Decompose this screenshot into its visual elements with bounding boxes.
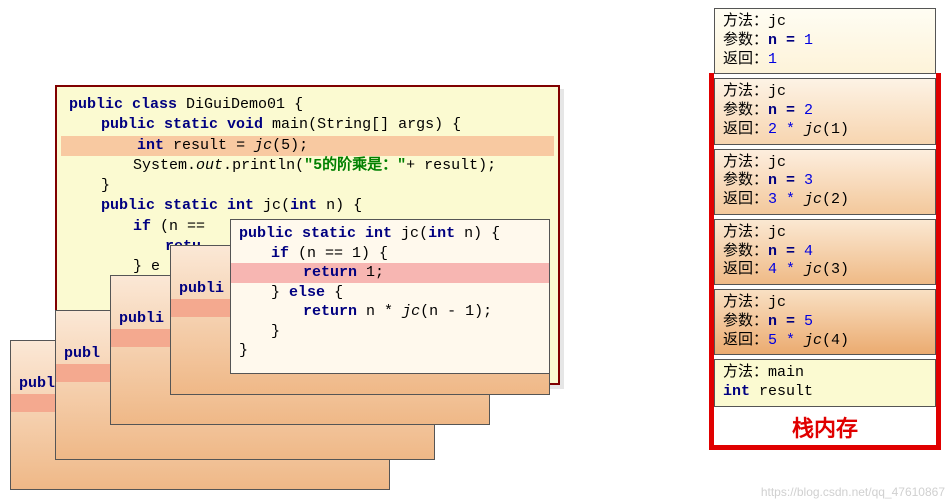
frame-method: 方法：jc	[723, 13, 929, 32]
line-close-main: }	[69, 176, 552, 196]
stack-frame: 方法：jc参数：n = 5返回：5 * jc(4)	[714, 289, 936, 355]
frame-param: 参数：n = 5	[723, 313, 929, 332]
stack-frame: 方法：jc参数：n = 4返回：4 * jc(3)	[714, 219, 936, 285]
frame-param: 参数：n = 1	[723, 32, 929, 51]
line-close: }	[239, 322, 547, 342]
frame-return: 返回：3 * jc(2)	[723, 191, 929, 210]
frame-return: 返回：5 * jc(4)	[723, 332, 929, 351]
watermark: https://blog.csdn.net/qq_47610867	[761, 485, 945, 499]
frame-return: 返回：1	[723, 51, 929, 70]
frame-method: 方法：jc	[723, 83, 929, 102]
line-println: System.out.println("5的阶乘是："+ result);	[69, 156, 552, 176]
line-return-1: return 1;	[231, 263, 549, 283]
stack-title: 栈内存	[714, 411, 936, 445]
line-if: if (n == 1) {	[239, 244, 547, 264]
line-jc-sig: public static int jc(int n) {	[69, 196, 552, 216]
line-class-decl: public class DiGuiDemo01 {	[69, 95, 552, 115]
line-jc-sig: public static int jc(int n) {	[239, 224, 547, 244]
stack-frame: 方法：jc参数：n = 2返回：2 * jc(1)	[714, 78, 936, 144]
frame-method: 方法：main	[723, 364, 929, 383]
line-main-hl-jc5: int result = jc(5);	[61, 136, 554, 156]
frame-decl: int result	[723, 383, 929, 402]
frame-return: 返回：2 * jc(1)	[723, 121, 929, 140]
line-return-n: return n * jc(n - 1);	[239, 302, 547, 322]
frame-method: 方法：jc	[723, 224, 929, 243]
frame-method: 方法：jc	[723, 294, 929, 313]
frame-param: 参数：n = 2	[723, 102, 929, 121]
frame-method: 方法：jc	[723, 154, 929, 173]
frame-return: 返回：4 * jc(3)	[723, 261, 929, 280]
stack-frame: 方法：jc参数：n = 1返回：1	[714, 8, 936, 74]
line-else: } else {	[239, 283, 547, 303]
recursion-card-1: public static int jc(int n) { if (n == 1…	[230, 219, 550, 374]
stack-memory: 方法：jc参数：n = 1返回：1方法：jc参数：n = 2返回：2 * jc(…	[714, 8, 936, 445]
line-close: }	[239, 341, 547, 361]
stack-frame-main: 方法：main int result	[714, 359, 936, 407]
frame-param: 参数：n = 3	[723, 172, 929, 191]
frame-param: 参数：n = 4	[723, 243, 929, 262]
stack-frame: 方法：jc参数：n = 3返回：3 * jc(2)	[714, 149, 936, 215]
line-main-sig: public static void main(String[] args) {	[69, 115, 552, 135]
